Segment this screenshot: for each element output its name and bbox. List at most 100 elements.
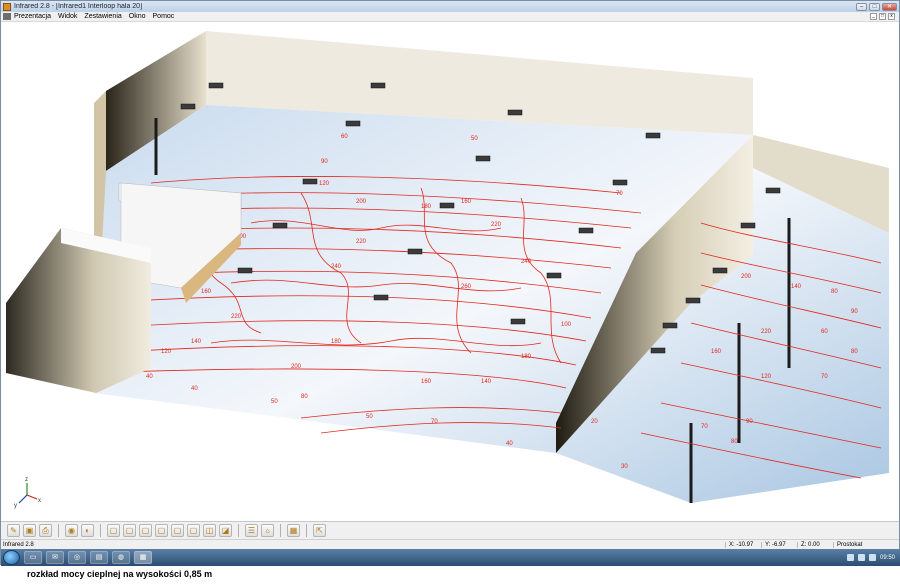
view-right-icon[interactable]: ▢: [155, 524, 168, 537]
toolbar-separator: [306, 524, 307, 537]
contour-label: 80: [301, 394, 308, 400]
contour-label: 220: [231, 314, 242, 320]
contour-label: 80: [731, 439, 738, 445]
color-icon[interactable]: ◐: [81, 524, 94, 537]
toolbar-separator: [58, 524, 59, 537]
contour-label: 160: [711, 349, 722, 355]
grid-icon[interactable]: ▦: [287, 524, 300, 537]
contour-label: 200: [356, 199, 367, 205]
contour-label: 180: [521, 354, 532, 360]
menu-bar: Prezentacja Widok Zestawienia Okno Pomoc…: [1, 12, 899, 22]
minimize-button[interactable]: –: [856, 2, 867, 11]
axis-x-label: x: [38, 498, 41, 504]
contour-label: 40: [506, 441, 513, 447]
flag-icon[interactable]: [868, 554, 876, 561]
contour-label: 90: [321, 159, 328, 165]
taskbar-infrared[interactable]: ▦: [134, 551, 152, 564]
contour-label: 260: [461, 284, 472, 290]
contour-label: 50: [271, 399, 278, 405]
contour-label: 80: [851, 349, 858, 355]
print-icon[interactable]: ⎙: [39, 524, 52, 537]
taskbar-explorer[interactable]: ▭: [24, 551, 42, 564]
contour-label: 220: [761, 329, 772, 335]
contour-label: 80: [831, 289, 838, 295]
contour-label: 240: [521, 259, 532, 265]
view-top-icon[interactable]: ▢: [171, 524, 184, 537]
status-mode: Prostokat: [833, 541, 899, 548]
view-iso-icon[interactable]: ◫: [203, 524, 216, 537]
figure-caption: rozkład mocy cieplnej na wysokości 0,85 …: [27, 569, 213, 579]
network-icon[interactable]: [846, 554, 854, 561]
document-window-controls: _ □ x: [870, 13, 895, 20]
clock[interactable]: 09:50: [880, 555, 895, 561]
toolbar-separator: [100, 524, 101, 537]
view-bottom-icon[interactable]: ▢: [187, 524, 200, 537]
contour-label: 240: [331, 264, 342, 270]
view-persp-icon[interactable]: ◪: [219, 524, 232, 537]
taskbar-app[interactable]: ◍: [112, 551, 130, 564]
os-taskbar: ▭ ✉ ◎ ▤ ◍ ▦ 09:50: [1, 549, 900, 566]
contour-label: 140: [791, 284, 802, 290]
contour-label: 70: [701, 424, 708, 430]
contour-label: 70: [616, 191, 623, 197]
contour-label: 120: [161, 349, 172, 355]
contour-label: 50: [471, 136, 478, 142]
save-icon[interactable]: ▣: [23, 524, 36, 537]
start-button[interactable]: [3, 550, 20, 565]
menu-prezentacja[interactable]: Prezentacja: [14, 13, 51, 20]
status-z: Z: 0.00: [797, 541, 833, 548]
maximize-button[interactable]: □: [869, 2, 880, 11]
contour-label: 220: [491, 222, 502, 228]
title-bar[interactable]: Infrared 2.8 - [Infrared1 Interloop hala…: [1, 1, 899, 12]
close-button[interactable]: ✕: [882, 2, 897, 11]
export-icon[interactable]: ⇱: [313, 524, 326, 537]
hall-3d-scene: 60 50 70 90 120 200 180 160 220 220 240 …: [6, 31, 889, 509]
contour-label: 40: [146, 374, 153, 380]
status-y: Y: -6.97: [761, 541, 797, 548]
contour-label: 120: [319, 181, 330, 187]
toolbar-separator: [238, 524, 239, 537]
status-x: X: -10.97: [725, 541, 761, 548]
contour-label: 50: [366, 414, 373, 420]
menu-pomoc[interactable]: Pomoc: [153, 13, 175, 20]
contour-label: 30: [621, 464, 628, 470]
menu-okno[interactable]: Okno: [129, 13, 146, 20]
contour-label: 180: [331, 339, 342, 345]
taskbar-mail[interactable]: ✉: [46, 551, 64, 564]
window-title: Infrared 2.8 - [Infrared1 Interloop hala…: [14, 3, 143, 10]
contour-label: 40: [191, 386, 198, 392]
view-front-icon[interactable]: ▢: [107, 524, 120, 537]
view-left-icon[interactable]: ▢: [139, 524, 152, 537]
contour-label: 200: [291, 364, 302, 370]
contour-label: 200: [741, 274, 752, 280]
contour-label: 70: [431, 419, 438, 425]
app-window: Infrared 2.8 - [Infrared1 Interloop hala…: [0, 0, 900, 566]
contour-label: 70: [821, 374, 828, 380]
edit-icon[interactable]: ✎: [7, 524, 20, 537]
taskbar-browser[interactable]: ◎: [68, 551, 86, 564]
axis-gizmo[interactable]: z x y: [14, 477, 41, 509]
layers-icon[interactable]: ☰: [245, 524, 258, 537]
doc-minimize-button[interactable]: _: [870, 13, 877, 20]
render-icon[interactable]: ☼: [261, 524, 274, 537]
3d-viewport[interactable]: 60 50 70 90 120 200 180 160 220 220 240 …: [1, 23, 899, 519]
taskbar-folder[interactable]: ▤: [90, 551, 108, 564]
contour-label: 220: [356, 239, 367, 245]
view-back-icon[interactable]: ▢: [123, 524, 136, 537]
doc-close-button[interactable]: x: [888, 13, 895, 20]
contour-label: 60: [341, 134, 348, 140]
contour-label: 140: [481, 379, 492, 385]
contour-label: 20: [591, 419, 598, 425]
palette-icon[interactable]: ◉: [65, 524, 78, 537]
menu-widok[interactable]: Widok: [58, 13, 77, 20]
menu-zestawienia[interactable]: Zestawienia: [84, 13, 121, 20]
contour-label: 90: [851, 309, 858, 315]
contour-label: 160: [461, 199, 472, 205]
bottom-toolbar: ✎ ▣ ⎙ ◉ ◐ ▢ ▢ ▢ ▢ ▢ ▢ ◫ ◪ ☰ ☼ ▦ ⇱: [1, 521, 899, 539]
document-icon[interactable]: [3, 13, 11, 20]
doc-restore-button[interactable]: □: [879, 13, 886, 20]
contour-label: 60: [821, 329, 828, 335]
axis-y-label: y: [14, 503, 17, 509]
volume-icon[interactable]: [857, 554, 865, 561]
toolbar-separator: [280, 524, 281, 537]
